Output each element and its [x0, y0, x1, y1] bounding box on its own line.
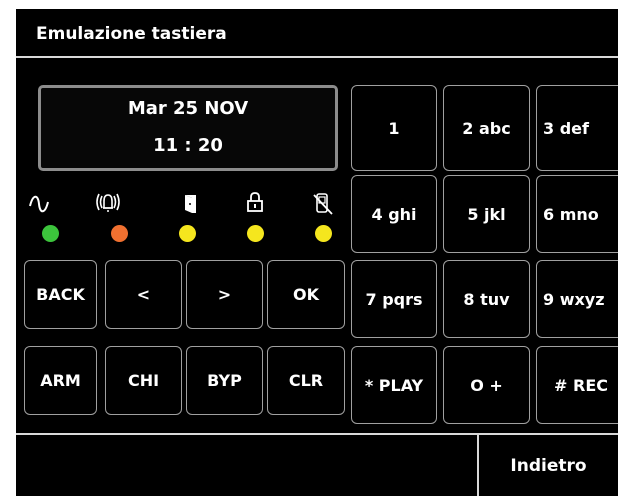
phone-off-icon [313, 193, 333, 215]
door-icon [185, 195, 196, 213]
page-title: Emulazione tastiera [36, 24, 227, 44]
ok-key[interactable]: OK [267, 260, 345, 329]
chi-key[interactable]: CHI [105, 346, 182, 415]
power-led [42, 225, 59, 242]
display-time: 11 : 20 [153, 135, 223, 156]
keyboard-emulation-screen: Emulazione tastiera Mar 25 NOV 11 : 20 B… [16, 9, 618, 496]
lock-led [247, 225, 264, 242]
key-0[interactable]: O + [443, 346, 530, 424]
key-4[interactable]: 4 ghi [351, 175, 437, 253]
lcd-display: Mar 25 NOV 11 : 20 [38, 85, 338, 171]
back-button[interactable]: Indietro [479, 435, 618, 496]
header-bar: Emulazione tastiera [16, 9, 618, 58]
back-key[interactable]: BACK [24, 260, 97, 329]
key-star-play[interactable]: * PLAY [351, 346, 437, 424]
footer-bar: Indietro [16, 433, 618, 496]
alarm-bell-icon [96, 193, 120, 212]
power-wave-icon [29, 195, 49, 213]
right-arrow-key[interactable]: > [186, 260, 263, 329]
arm-key[interactable]: ARM [24, 346, 97, 415]
key-7[interactable]: 7 pqrs [351, 260, 437, 338]
alarm-led [111, 225, 128, 242]
door-led [179, 225, 196, 242]
clr-key[interactable]: CLR [267, 346, 345, 415]
key-3[interactable]: 3 def [536, 85, 618, 171]
left-arrow-key[interactable]: < [105, 260, 182, 329]
padlock-icon [247, 192, 263, 212]
key-6[interactable]: 6 mno [536, 175, 618, 253]
key-2[interactable]: 2 abc [443, 85, 530, 171]
key-8[interactable]: 8 tuv [443, 260, 530, 338]
byp-key[interactable]: BYP [186, 346, 263, 415]
key-1[interactable]: 1 [351, 85, 437, 171]
key-hash-rec[interactable]: # REC [536, 346, 618, 424]
key-9[interactable]: 9 wxyz [536, 260, 618, 338]
key-5[interactable]: 5 jkl [443, 175, 530, 253]
display-date: Mar 25 NOV [127, 98, 249, 119]
phone-led [315, 225, 332, 242]
